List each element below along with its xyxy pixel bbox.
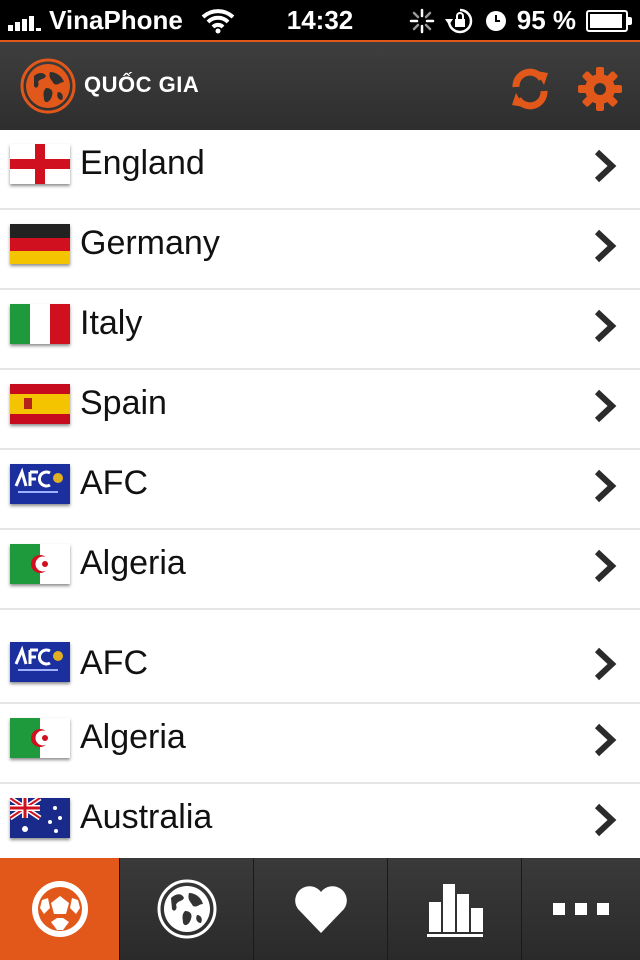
list-item[interactable]: AFC: [0, 450, 640, 530]
activity-spinner-icon: [409, 8, 434, 33]
soccer-ball-icon: [31, 881, 88, 937]
bar-chart-icon: [426, 884, 483, 937]
tab-matches[interactable]: [0, 858, 120, 960]
afc-logo-icon: [10, 642, 70, 682]
list-item[interactable]: Australia: [0, 784, 640, 858]
alarm-icon: [485, 10, 506, 31]
battery-percentage: 95 %: [516, 5, 576, 35]
chevron-right-icon: [594, 309, 617, 343]
battery-icon: [586, 9, 632, 32]
chevron-right-icon: [594, 803, 617, 837]
chevron-right-icon: [594, 229, 617, 263]
country-name: AFC: [80, 644, 148, 682]
afc-logo-icon: [10, 464, 70, 504]
globe-icon: [20, 58, 76, 114]
germany-flag-icon: [10, 224, 70, 264]
chevron-right-icon: [594, 549, 617, 583]
list-item[interactable]: Germany: [0, 210, 640, 290]
refresh-icon[interactable]: [506, 65, 554, 113]
country-name: Algeria: [80, 544, 186, 582]
algeria-flag-icon: [10, 718, 70, 758]
globe-icon: [157, 879, 216, 939]
chevron-right-icon: [594, 723, 617, 757]
spain-flag-icon: [10, 384, 70, 424]
status-bar: VinaPhone 14:32 95 %: [0, 0, 640, 42]
gear-icon[interactable]: [576, 65, 624, 113]
tab-standings[interactable]: [388, 858, 522, 960]
rotation-lock-icon: [444, 8, 472, 33]
chevron-right-icon: [594, 389, 617, 423]
country-name: England: [80, 144, 205, 182]
country-name: Germany: [80, 224, 220, 262]
tab-countries[interactable]: [120, 858, 254, 960]
chevron-right-icon: [594, 149, 617, 183]
signal-icon: [8, 11, 41, 31]
heart-icon: [294, 886, 347, 933]
tab-more[interactable]: [522, 858, 640, 960]
italy-flag-icon: [10, 304, 70, 344]
chevron-right-icon: [594, 647, 617, 681]
country-name: Australia: [80, 798, 213, 836]
more-icon: [553, 903, 609, 915]
country-name: Italy: [80, 304, 143, 342]
list-item[interactable]: England: [0, 130, 640, 210]
list-item[interactable]: Italy: [0, 290, 640, 370]
list-item[interactable]: AFC: [0, 610, 640, 704]
page-title: QUỐC GIA: [84, 72, 200, 97]
country-name: AFC: [80, 464, 148, 502]
list-item[interactable]: Algeria: [0, 704, 640, 784]
australia-flag-icon: [10, 798, 70, 838]
algeria-flag-icon: [10, 544, 70, 584]
nav-header: QUỐC GIA: [0, 42, 640, 130]
list-item[interactable]: Algeria: [0, 530, 640, 610]
list-item[interactable]: Spain: [0, 370, 640, 450]
tab-favorites[interactable]: [254, 858, 388, 960]
wifi-icon: [201, 8, 235, 33]
country-name: Algeria: [80, 718, 186, 756]
chevron-right-icon: [594, 469, 617, 503]
country-list[interactable]: England Germany Italy Spain AFC Algeria …: [0, 130, 640, 858]
country-name: Spain: [80, 384, 167, 422]
carrier-name: VinaPhone: [49, 5, 183, 35]
tab-bar: [0, 858, 640, 960]
england-flag-icon: [10, 144, 70, 184]
